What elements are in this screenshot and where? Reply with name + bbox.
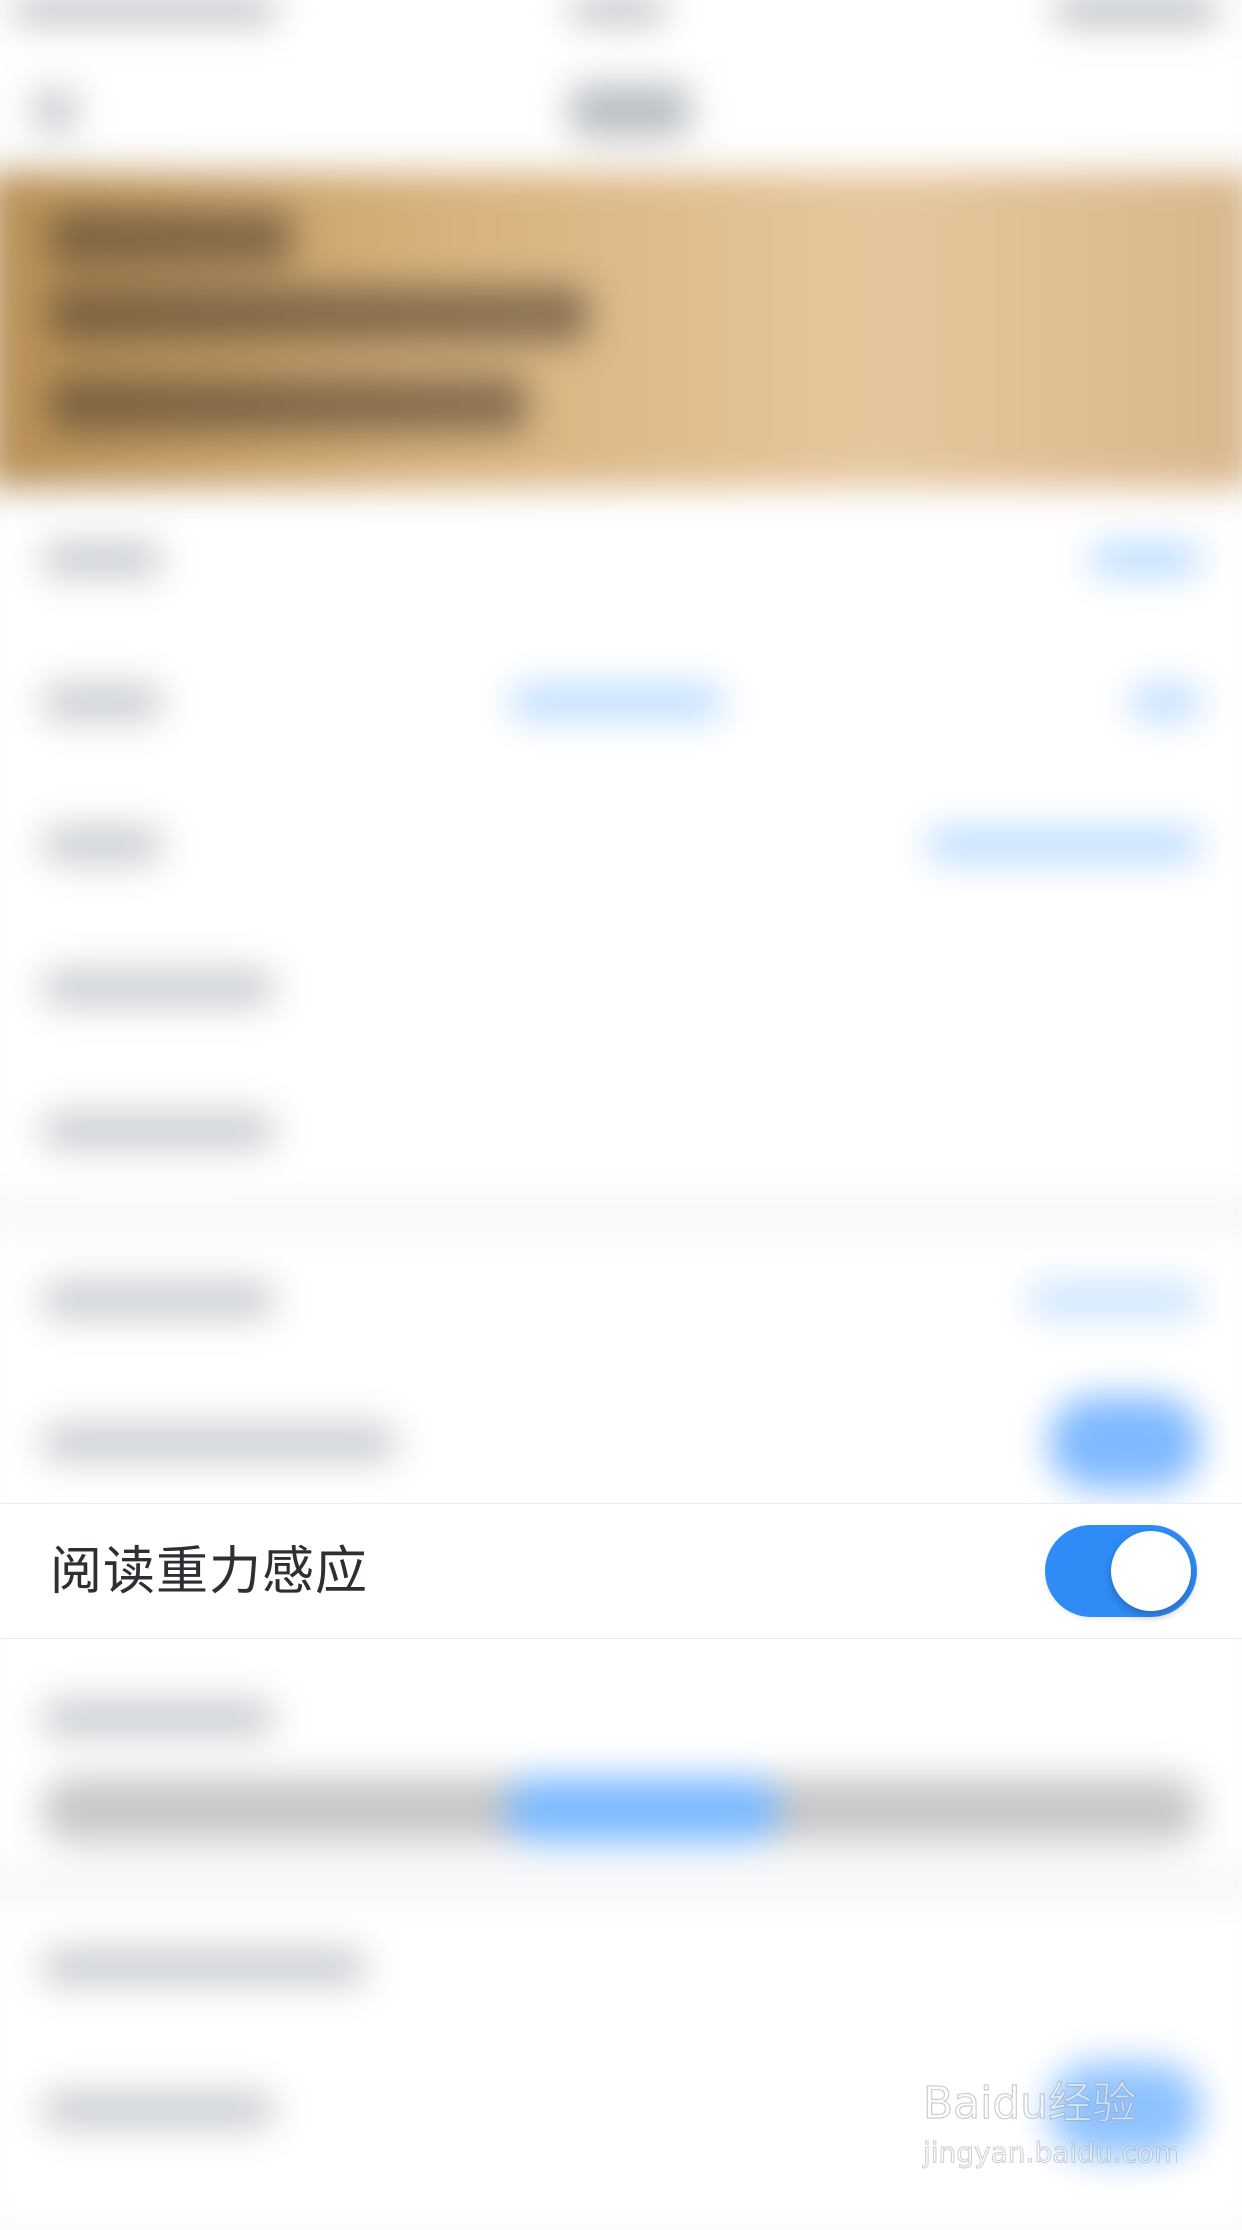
svg-text:jingyan.baidu.com: jingyan.baidu.com [922,2136,1177,2169]
toggle-knob [1111,1531,1191,1611]
status-bar [0,0,1242,44]
svg-text:Baidu经验: Baidu经验 [923,2078,1136,2129]
baidu-jingyan-watermark: Baidu经验 jingyan.baidu.com [917,2062,1182,2182]
gravity-sensor-toggle[interactable] [1045,1525,1197,1617]
gravity-sensor-setting-row: 阅读重力感应 [0,1503,1242,1639]
blurred-background [0,0,1242,2230]
blurred-banner [0,171,1242,488]
navigation-bar [0,43,1242,172]
gravity-sensor-label: 阅读重力感应 [50,1542,369,1602]
blurred-settings-panel [0,487,1242,2230]
